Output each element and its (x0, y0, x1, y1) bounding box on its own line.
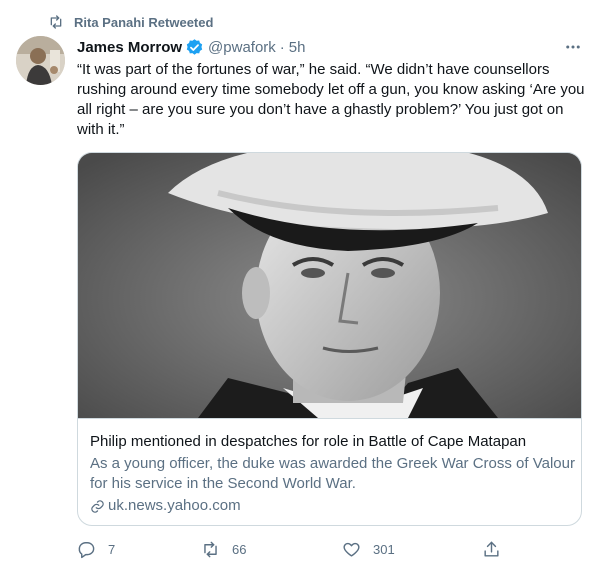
reply-icon (77, 540, 96, 559)
link-icon (90, 499, 105, 514)
tweet-text: “It was part of the fortunes of war,” he… (77, 61, 585, 138)
heart-icon (342, 540, 361, 559)
reply-count: 7 (108, 541, 116, 557)
verified-badge-icon (185, 38, 204, 57)
tweet-actions: 7 66 301 (77, 538, 507, 560)
separator-dot: · (279, 38, 285, 56)
like-button[interactable]: 301 (342, 538, 395, 560)
black-and-white-portrait-photo (78, 153, 581, 418)
card-description: As a young officer, the duke was awarded… (90, 455, 575, 492)
card-divider (78, 418, 581, 419)
retweet-count: 66 (232, 541, 247, 557)
avatar[interactable] (16, 36, 65, 85)
card-domain-text: uk.news.yahoo.com (108, 497, 241, 514)
retweet-button[interactable]: 66 (201, 538, 246, 560)
more-horizontal-icon[interactable] (562, 36, 584, 58)
reply-button[interactable]: 7 (77, 538, 115, 560)
link-card[interactable]: Philip mentioned in despatches for role … (77, 152, 582, 526)
card-domain[interactable]: uk.news.yahoo.com (90, 496, 575, 516)
tweet-timestamp[interactable]: 5h (289, 39, 306, 56)
retweet-icon (48, 14, 64, 30)
retweeted-by-label: Rita Panahi Retweeted (74, 14, 214, 30)
retweet-icon (201, 540, 220, 559)
card-info: Philip mentioned in despatches for role … (90, 432, 575, 516)
retweet-context[interactable]: Rita Panahi Retweeted (48, 12, 213, 32)
tweet-header: James Morrow @pwafork · 5h (77, 36, 305, 58)
share-icon (482, 540, 501, 559)
share-button[interactable] (482, 538, 513, 560)
author-handle[interactable]: @pwafork (208, 39, 276, 56)
like-count: 301 (373, 541, 395, 557)
author-name[interactable]: James Morrow (77, 39, 182, 56)
card-title[interactable]: Philip mentioned in despatches for role … (90, 432, 575, 452)
